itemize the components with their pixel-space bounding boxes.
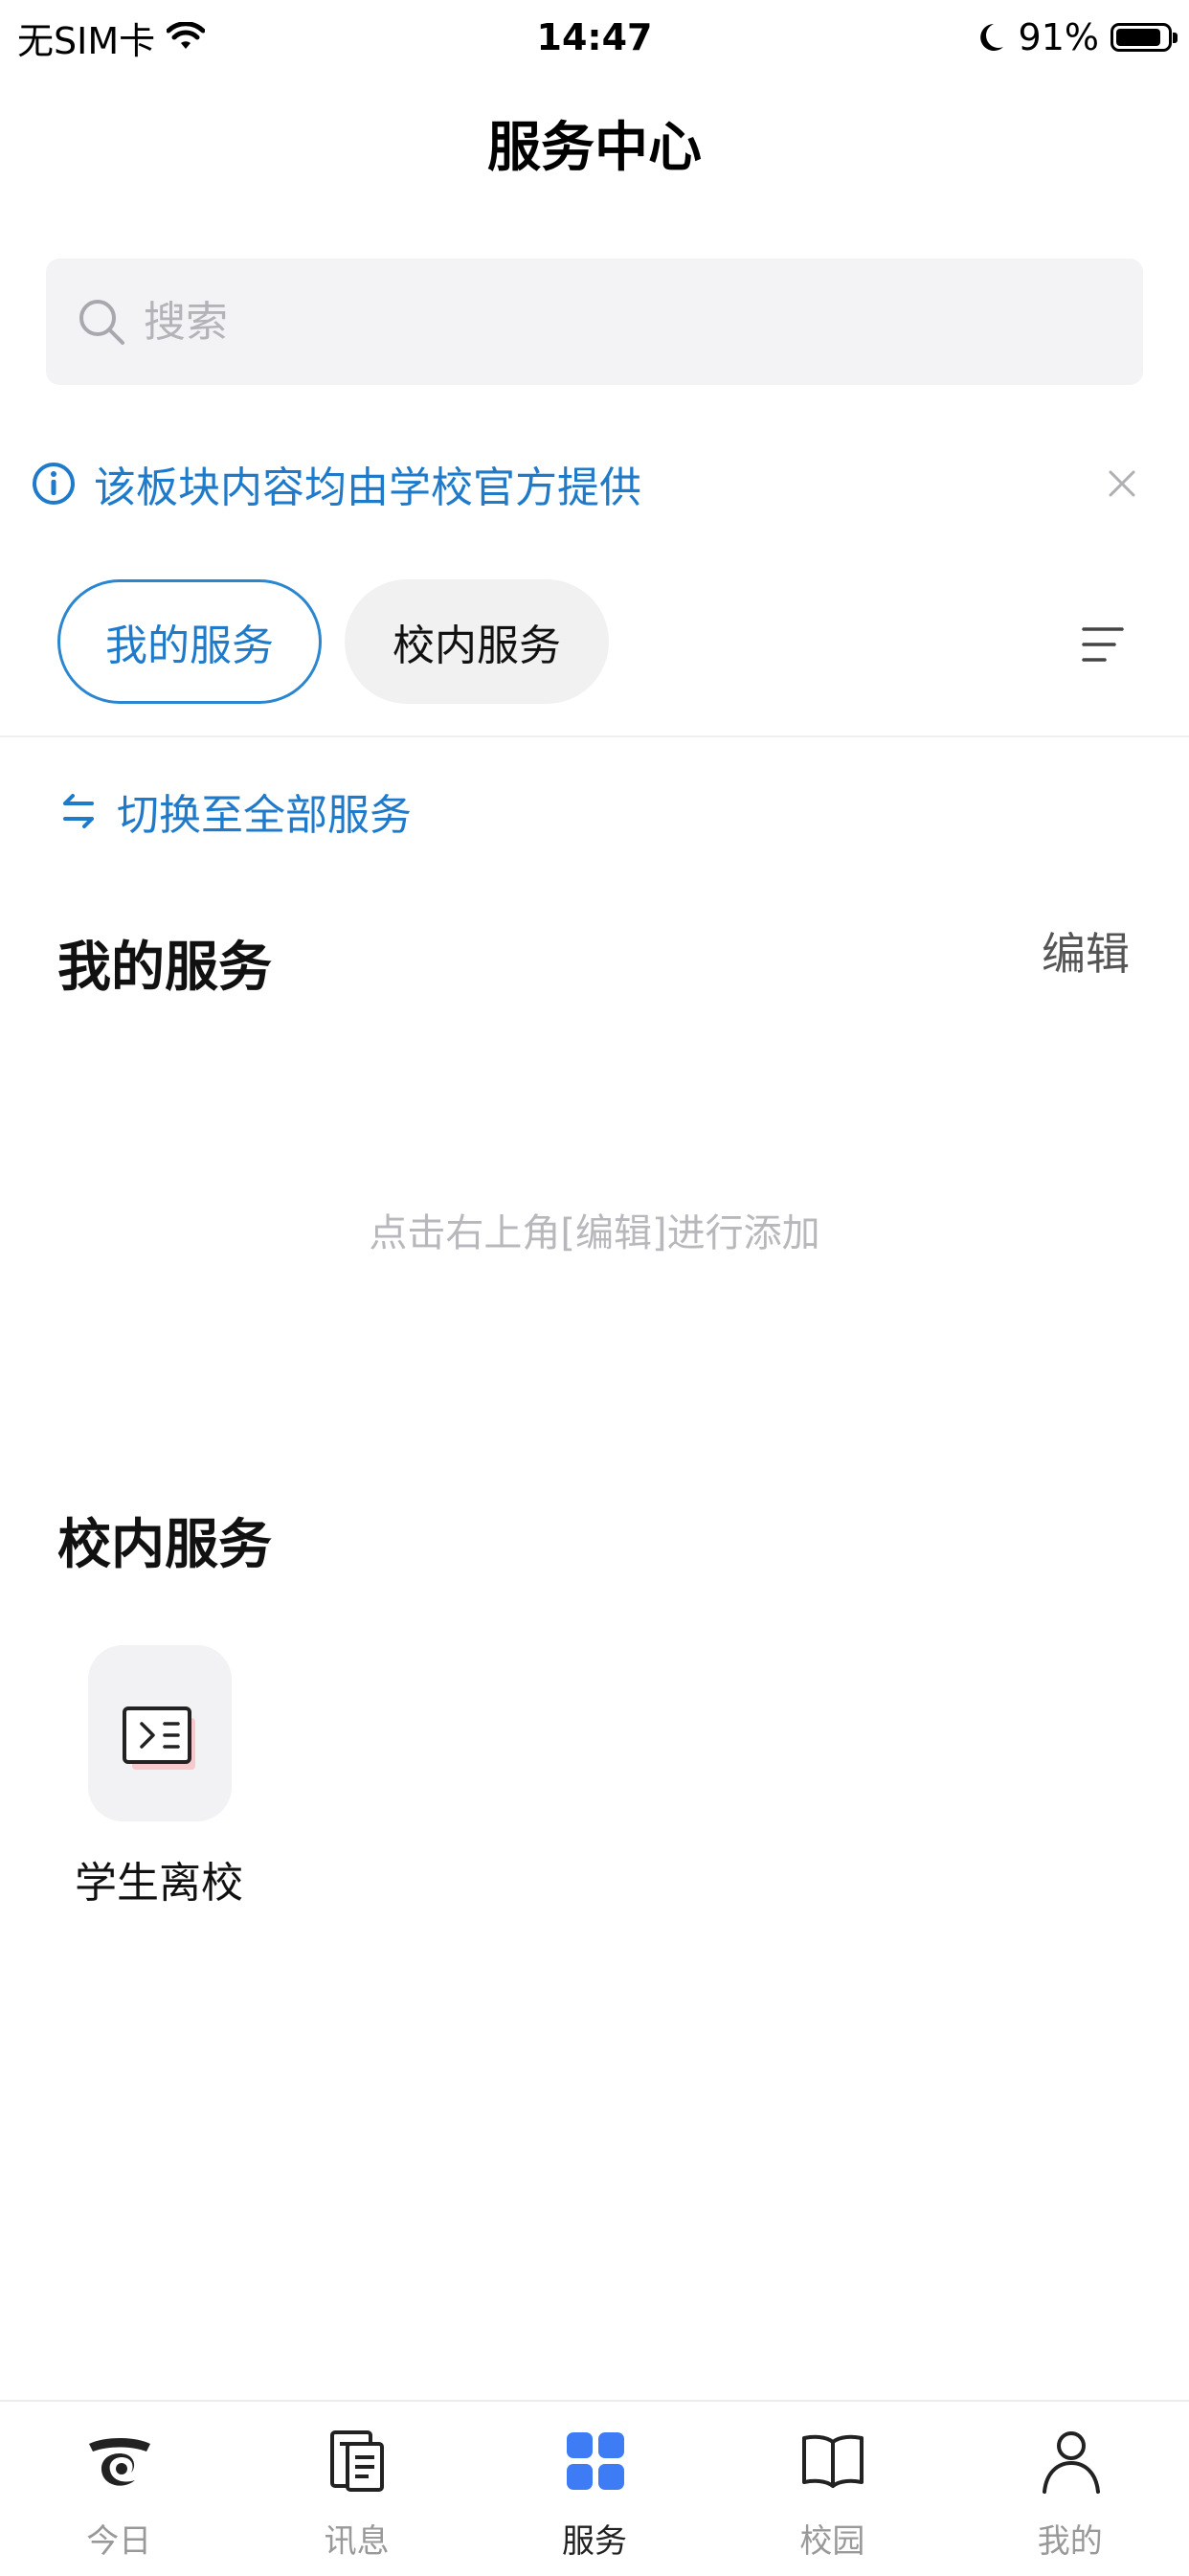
notice-banner: 该板块内容均由学校官方提供 <box>31 445 1160 522</box>
nav-label-me: 我的 <box>1037 2522 1103 2561</box>
switch-all-services-link[interactable]: 切换至全部服务 <box>57 778 412 845</box>
tab-my-services[interactable]: 我的服务 <box>57 579 322 704</box>
search-bar[interactable] <box>46 259 1143 385</box>
nav-item-messages[interactable]: 讯息 <box>237 2402 475 2576</box>
empty-hint: 点击右上角[编辑]进行添加 <box>369 1211 820 1255</box>
notice-text: 该板块内容均由学校官方提供 <box>94 463 641 512</box>
service-tile-student-leave[interactable]: 学生离校 <box>57 1645 260 1913</box>
sort-icon[interactable] <box>1076 618 1130 671</box>
book-icon <box>802 2434 864 2488</box>
divider <box>0 735 1189 737</box>
message-doc-icon <box>330 2430 385 2492</box>
nav-item-services[interactable]: 服务 <box>476 2402 713 2576</box>
grid-icon <box>566 2432 624 2490</box>
page-title: 服务中心 <box>487 117 702 179</box>
service-tile-label: 学生离校 <box>75 1859 243 1908</box>
search-icon <box>79 300 124 345</box>
nav-item-today[interactable]: 今日 <box>0 2402 237 2576</box>
nav-label-services: 服务 <box>561 2522 627 2561</box>
nav-item-campus[interactable]: 校园 <box>713 2402 951 2576</box>
student-leave-icon <box>123 1706 195 1770</box>
my-services-title: 我的服务 <box>57 937 272 999</box>
campus-services-title: 校内服务 <box>57 1514 272 1576</box>
bottom-nav: 今日 讯息 服务 校园 我的 <box>0 2400 1189 2576</box>
swap-icon <box>63 794 94 828</box>
status-right: 91% <box>976 13 1178 61</box>
today-logo-icon <box>89 2438 150 2486</box>
tab-campus-services[interactable]: 校内服务 <box>345 579 609 704</box>
status-bar: 无SIM卡 14:47 91% <box>0 0 1189 77</box>
nav-label-today: 今日 <box>86 2522 152 2561</box>
nav-label-messages: 讯息 <box>324 2522 390 2561</box>
nav-item-me[interactable]: 我的 <box>952 2402 1189 2576</box>
person-icon <box>1042 2431 1100 2494</box>
close-icon[interactable] <box>1101 463 1143 505</box>
info-icon <box>33 463 75 505</box>
moon-icon <box>979 24 1003 51</box>
search-input[interactable] <box>142 296 1007 348</box>
service-tabs: 我的服务 校内服务 <box>57 579 609 708</box>
battery-percent: 91% <box>1018 16 1099 58</box>
nav-label-campus: 校园 <box>799 2522 865 2561</box>
battery-icon <box>1110 23 1178 52</box>
edit-button[interactable]: 编辑 <box>1042 919 1130 983</box>
switch-link-label: 切换至全部服务 <box>117 791 412 840</box>
